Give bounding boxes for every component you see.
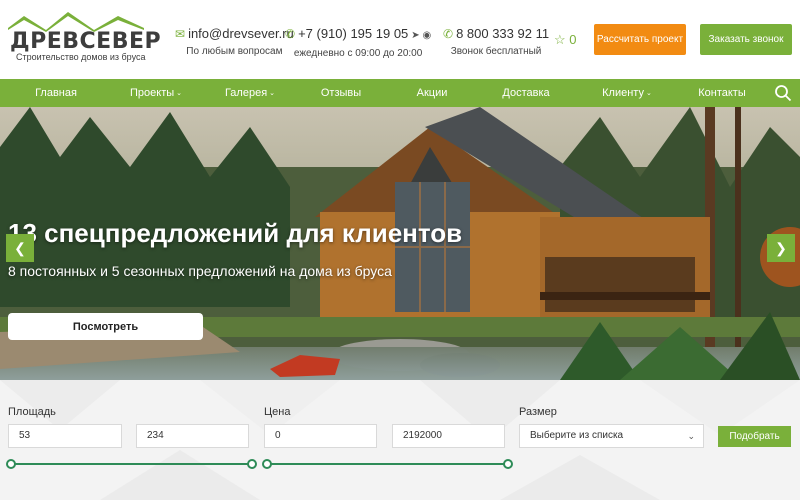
hero-banner: 13 спецпредложений для клиентов 8 постоя… bbox=[0, 107, 800, 380]
logo-tagline: Строительство домов из бруса bbox=[16, 52, 146, 62]
main-nav: Главная Проекты ⌄ Галерея ⌄ Отзывы Акции Д… bbox=[0, 79, 800, 107]
email-note: По любым вопросам bbox=[186, 46, 283, 57]
filter-submit-button[interactable]: Подобрать bbox=[718, 426, 791, 447]
favorites-count: 0 bbox=[569, 32, 577, 47]
tollfree-note: Звонок бесплатный bbox=[450, 46, 542, 57]
price-label: Цена bbox=[264, 406, 291, 418]
price-min-input[interactable]: 0 bbox=[264, 424, 377, 448]
nav-item-contacts[interactable]: Контакты bbox=[698, 79, 746, 107]
chevron-right-icon: ❯ bbox=[775, 239, 787, 256]
nav-item-projects[interactable]: Проекты ⌄ bbox=[130, 79, 182, 107]
search-icon[interactable] bbox=[774, 84, 792, 102]
star-icon: ☆ bbox=[554, 32, 566, 47]
size-select[interactable]: Выберите из списка ⌄ bbox=[519, 424, 704, 448]
area-slider-track bbox=[12, 463, 252, 465]
size-select-value: Выберите из списка bbox=[530, 430, 624, 441]
chevron-down-icon: ⌄ bbox=[269, 90, 276, 97]
chevron-down-icon: ⌄ bbox=[645, 90, 652, 97]
whatsapp-icon[interactable]: ◉ bbox=[422, 30, 431, 41]
hero-title: 13 спецпредложений для клиентов bbox=[8, 218, 463, 248]
nav-item-delivery[interactable]: Доставка bbox=[502, 79, 549, 107]
area-slider-max-handle[interactable] bbox=[247, 459, 257, 469]
mail-icon: ✉ bbox=[175, 27, 186, 41]
slider-next-button[interactable]: ❯ bbox=[767, 234, 795, 262]
favorites[interactable]: ☆ 0 bbox=[554, 32, 577, 48]
price-max-input[interactable]: 2192000 bbox=[392, 424, 505, 448]
chevron-left-icon: ❮ bbox=[14, 239, 26, 256]
chevron-down-icon: ⌄ bbox=[176, 90, 183, 97]
nav-item-promotions[interactable]: Акции bbox=[417, 79, 448, 107]
nav-item-gallery[interactable]: Галерея ⌄ bbox=[225, 79, 275, 107]
view-offers-button[interactable]: Посмотреть bbox=[8, 313, 203, 340]
phone-icon: ✆ bbox=[443, 27, 454, 41]
order-call-button[interactable]: Заказать звонок bbox=[700, 24, 792, 55]
area-label: Площадь bbox=[8, 406, 56, 418]
site-header: ДРЕВСЕВЕР Строительство домов из бруса ✉… bbox=[0, 0, 800, 78]
contact-email: ✉ info@drevsever.ru По любым вопросам bbox=[175, 26, 294, 57]
tollfree-link[interactable]: 8 800 333 92 11 bbox=[456, 26, 549, 41]
telegram-icon[interactable]: ➤ bbox=[411, 30, 419, 41]
price-slider-max-handle[interactable] bbox=[503, 459, 513, 469]
logo-title: ДРЕВСЕВЕР bbox=[10, 29, 162, 54]
slider-prev-button[interactable]: ❮ bbox=[6, 234, 34, 262]
contact-tollfree: ✆ 8 800 333 92 11 Звонок бесплатный bbox=[443, 26, 549, 57]
nav-item-clients[interactable]: Клиенту ⌄ bbox=[602, 79, 652, 107]
nav-item-home[interactable]: Главная bbox=[35, 79, 77, 107]
price-slider-track bbox=[268, 463, 508, 465]
email-link[interactable]: info@drevsever.ru bbox=[188, 26, 294, 41]
chevron-down-icon: ⌄ bbox=[687, 431, 695, 441]
phone-note: ежедневно с 09:00 до 20:00 bbox=[293, 48, 423, 59]
phone-link[interactable]: +7 (910) 195 19 05 bbox=[298, 26, 408, 41]
area-min-input[interactable]: 53 bbox=[8, 424, 122, 448]
price-slider-min-handle[interactable] bbox=[262, 459, 272, 469]
calculate-project-button[interactable]: Рассчитать проект bbox=[594, 24, 686, 55]
phone-icon: ✆ bbox=[285, 27, 296, 41]
nav-item-reviews[interactable]: Отзывы bbox=[321, 79, 361, 107]
size-label: Размер bbox=[519, 406, 557, 418]
hero-subtitle: 8 постоянных и 5 сезонных предложений на… bbox=[8, 263, 392, 279]
contact-phone: ✆ +7 (910) 195 19 05 ➤ ◉ ежедневно с 09:00… bbox=[285, 26, 431, 59]
logo[interactable]: ДРЕВСЕВЕР Строительство домов из бруса bbox=[8, 10, 161, 68]
area-slider-min-handle[interactable] bbox=[6, 459, 16, 469]
area-max-input[interactable]: 234 bbox=[136, 424, 249, 448]
